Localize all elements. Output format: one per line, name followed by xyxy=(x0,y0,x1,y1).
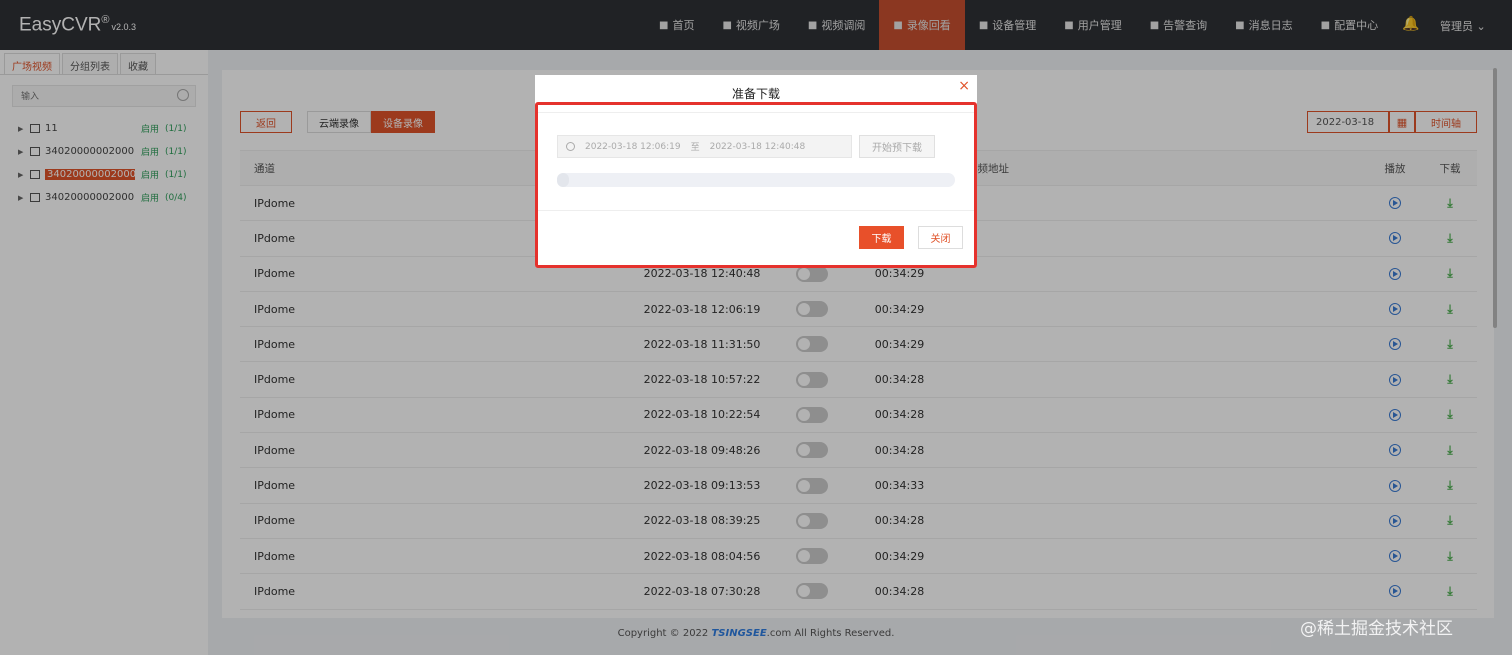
progress-fill xyxy=(557,173,569,187)
pre-download-button[interactable]: 开始预下载 xyxy=(859,135,935,158)
close-button[interactable]: 关闭 xyxy=(918,226,963,249)
range-start: 2022-03-18 12:06:19 xyxy=(585,141,681,152)
time-range-field[interactable]: 2022-03-18 12:06:19 至 2022-03-18 12:40:4… xyxy=(557,135,852,158)
close-icon[interactable]: × xyxy=(958,78,970,94)
modal-title: 准备下载 xyxy=(731,87,780,101)
download-progress-bar xyxy=(557,173,955,187)
clock-icon xyxy=(566,142,575,151)
range-end: 2022-03-18 12:40:48 xyxy=(709,141,806,152)
watermark: @稀土掘金技术社区 xyxy=(1300,619,1453,639)
range-separator: 至 xyxy=(690,143,700,153)
download-modal: 准备下载 × 2022-03-18 12:06:19 至 2022-03-18 … xyxy=(535,75,977,268)
download-button[interactable]: 下载 xyxy=(859,226,904,249)
